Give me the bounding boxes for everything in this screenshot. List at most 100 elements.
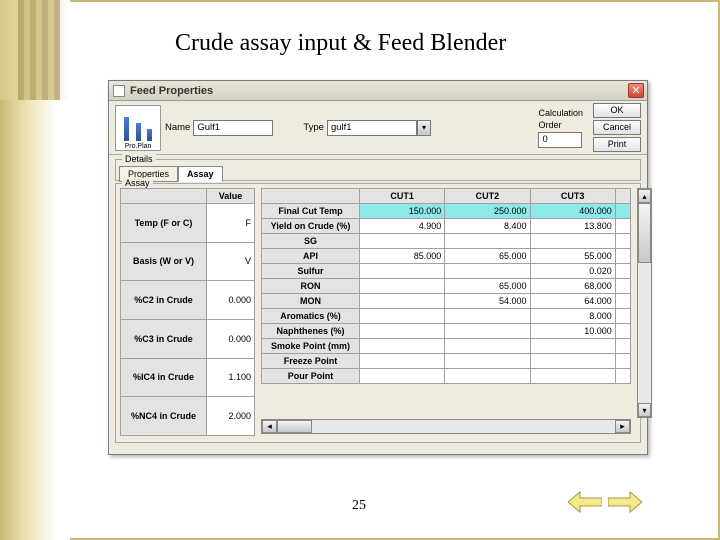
left-grid-row-label: %NC4 in Crude xyxy=(121,397,207,436)
right-grid-row-label: Freeze Point xyxy=(262,354,360,369)
right-grid-row-label: Aromatics (%) xyxy=(262,309,360,324)
right-grid-cell[interactable] xyxy=(615,204,631,219)
details-group: Details Properties Assay xyxy=(115,159,641,181)
right-grid-cell[interactable] xyxy=(360,309,445,324)
vscroll-thumb[interactable] xyxy=(638,203,651,263)
right-grid-cell[interactable] xyxy=(445,324,530,339)
dialog-buttons: OK Cancel Print xyxy=(593,103,641,152)
right-grid-cell[interactable]: 250.000 xyxy=(445,204,530,219)
right-grid-cell[interactable] xyxy=(615,354,631,369)
right-grid-cell[interactable] xyxy=(360,324,445,339)
right-grid-cell[interactable] xyxy=(360,279,445,294)
right-grid-col-header: CUT1 xyxy=(360,189,445,204)
right-grid-cell[interactable]: 8.000 xyxy=(530,309,615,324)
right-grid-cell[interactable] xyxy=(615,294,631,309)
left-grid-cell[interactable]: 2.000 xyxy=(207,397,255,436)
horizontal-scrollbar[interactable]: ◂ ▸ xyxy=(261,419,631,434)
right-grid-cell[interactable] xyxy=(445,234,530,249)
close-button[interactable]: ✕ xyxy=(628,83,644,98)
right-grid-cell[interactable]: 65.000 xyxy=(445,279,530,294)
right-grid-cell[interactable] xyxy=(615,279,631,294)
left-grid-row-label: %C3 in Crude xyxy=(121,319,207,358)
right-grid-cell[interactable] xyxy=(445,309,530,324)
left-grid-cell[interactable]: 0.000 xyxy=(207,281,255,320)
right-grid-cell[interactable] xyxy=(360,369,445,384)
right-grid-cell[interactable] xyxy=(615,309,631,324)
right-grid-cell[interactable]: 68.000 xyxy=(530,279,615,294)
prev-slide-button[interactable] xyxy=(568,490,602,514)
type-dropdown[interactable]: ▾ xyxy=(327,120,431,136)
name-input[interactable] xyxy=(193,120,273,136)
right-grid-cell[interactable] xyxy=(530,354,615,369)
left-grid-cell[interactable]: 1.100 xyxy=(207,358,255,397)
right-grid-cell[interactable] xyxy=(360,339,445,354)
left-grid-cell[interactable]: V xyxy=(207,242,255,281)
right-grid-row: Naphthenes (%) 10.000 xyxy=(262,324,632,339)
vscroll-track[interactable] xyxy=(638,203,651,403)
right-grid-cell[interactable] xyxy=(615,339,631,354)
right-grid-cell[interactable] xyxy=(615,324,631,339)
scroll-left-arrow-icon[interactable]: ◂ xyxy=(262,420,277,433)
type-input[interactable] xyxy=(327,120,417,136)
next-slide-button[interactable] xyxy=(608,490,642,514)
right-grid-cell[interactable] xyxy=(360,354,445,369)
scroll-right-arrow-icon[interactable]: ▸ xyxy=(615,420,630,433)
vertical-scrollbar[interactable]: ▴ ▾ xyxy=(637,188,652,418)
right-grid-cell[interactable] xyxy=(360,294,445,309)
right-grid-cell[interactable]: 150.000 xyxy=(360,204,445,219)
right-grid-cell[interactable]: 13.800 xyxy=(530,219,615,234)
right-grid-cell[interactable] xyxy=(615,369,631,384)
chevron-down-icon[interactable]: ▾ xyxy=(417,120,431,136)
left-grid-row: %C2 in Crude0.000 xyxy=(121,281,255,320)
left-grid-value-header: Value xyxy=(207,189,255,204)
right-grid-cell[interactable]: 55.000 xyxy=(530,249,615,264)
right-grid-cell[interactable] xyxy=(530,234,615,249)
left-grid-cell[interactable]: F xyxy=(207,204,255,243)
right-grid-row: MON54.00064.000 xyxy=(262,294,632,309)
assay-right-grid: CUT1CUT2CUT3CU Final Cut Temp150.000250.… xyxy=(261,188,631,384)
logo-caption: Pro.Plan xyxy=(125,143,152,150)
right-grid-cell[interactable]: 4.900 xyxy=(360,219,445,234)
right-grid-cell[interactable]: 10.000 xyxy=(530,324,615,339)
right-grid-cell[interactable] xyxy=(615,264,631,279)
right-grid-cell[interactable]: 85.000 xyxy=(360,249,445,264)
print-button[interactable]: Print xyxy=(593,137,641,152)
calc-order-input[interactable] xyxy=(538,132,582,148)
right-grid-cell[interactable]: 65.000 xyxy=(445,249,530,264)
left-grid-row-label: Temp (F or C) xyxy=(121,204,207,243)
right-grid-cell[interactable]: 400.000 xyxy=(530,204,615,219)
right-grid-cell[interactable] xyxy=(360,234,445,249)
hscroll-track[interactable] xyxy=(277,420,615,433)
assay-right-grid-container: CUT1CUT2CUT3CU Final Cut Temp150.000250.… xyxy=(261,188,636,436)
scroll-up-arrow-icon[interactable]: ▴ xyxy=(638,189,651,203)
right-grid-cell[interactable] xyxy=(445,354,530,369)
left-grid-row: %IC4 in Crude1.100 xyxy=(121,358,255,397)
right-grid-cell[interactable] xyxy=(530,369,615,384)
left-grid-row: %C3 in Crude0.000 xyxy=(121,319,255,358)
right-grid-cell[interactable] xyxy=(445,264,530,279)
right-grid-cell[interactable]: 54.000 xyxy=(445,294,530,309)
ok-button[interactable]: OK xyxy=(593,103,641,118)
right-grid-cell[interactable]: 64.000 xyxy=(530,294,615,309)
tab-assay[interactable]: Assay xyxy=(178,166,223,182)
right-grid-cell[interactable] xyxy=(445,339,530,354)
right-grid-row: API85.00065.00055.000 xyxy=(262,249,632,264)
hscroll-thumb[interactable] xyxy=(277,420,312,433)
scroll-down-arrow-icon[interactable]: ▾ xyxy=(638,403,651,417)
right-grid-cell[interactable] xyxy=(615,234,631,249)
right-grid-cell[interactable] xyxy=(615,249,631,264)
right-grid-cell[interactable] xyxy=(360,264,445,279)
cancel-button[interactable]: Cancel xyxy=(593,120,641,135)
right-grid-row-label: Naphthenes (%) xyxy=(262,324,360,339)
left-grid-row: Basis (W or V)V xyxy=(121,242,255,281)
right-grid-cell[interactable] xyxy=(615,219,631,234)
right-grid-cell[interactable]: 0.020 xyxy=(530,264,615,279)
right-grid-cell[interactable]: 8.400 xyxy=(445,219,530,234)
right-grid-cell[interactable] xyxy=(530,339,615,354)
left-grid-row: Temp (F or C)F xyxy=(121,204,255,243)
right-grid-cell[interactable] xyxy=(445,369,530,384)
right-grid-row: Aromatics (%) 8.000 xyxy=(262,309,632,324)
page-number: 25 xyxy=(352,498,366,514)
right-grid-row: SG xyxy=(262,234,632,249)
left-grid-cell[interactable]: 0.000 xyxy=(207,319,255,358)
